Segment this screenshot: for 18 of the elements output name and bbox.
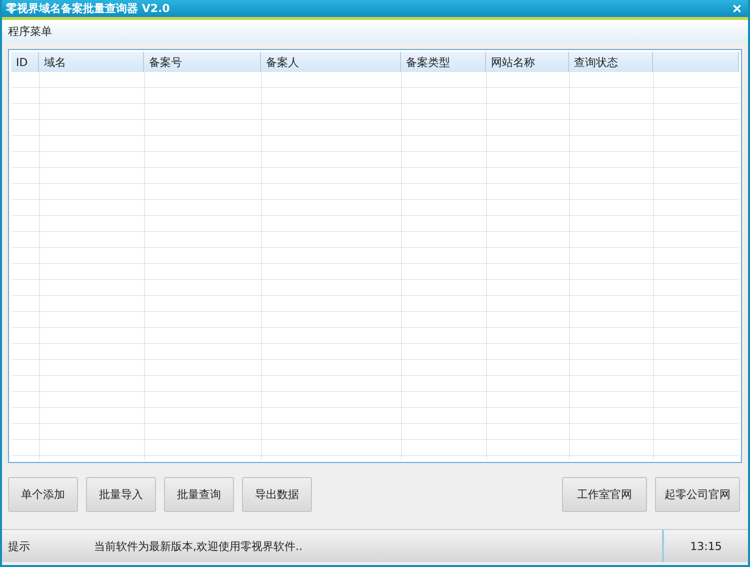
status-label: 提示 — [7, 538, 31, 554]
column-header[interactable]: 域名 — [39, 52, 144, 72]
status-message: 当前软件为最新版本,欢迎使用零视界软件.. — [94, 538, 304, 554]
column-header[interactable]: 网站名称 — [486, 52, 569, 72]
action-button[interactable]: 批量查询 — [164, 477, 234, 512]
column-header[interactable]: ID — [11, 52, 39, 72]
column-header[interactable]: 查询状态 — [569, 52, 653, 72]
website-button[interactable]: 起零公司官网 — [655, 477, 740, 512]
action-button[interactable]: 批量导入 — [86, 477, 156, 512]
action-button[interactable]: 导出数据 — [242, 477, 312, 512]
menu-item[interactable]: 程序菜单 — [8, 24, 52, 38]
column-header[interactable]: 备案人 — [261, 52, 401, 72]
action-button[interactable]: 单个添加 — [8, 477, 78, 512]
column-header[interactable]: 备案号 — [144, 52, 261, 72]
clock-time: 13:15 — [662, 530, 748, 562]
window-title: 零视界域名备案批量查询器 V2.0 — [6, 1, 170, 16]
website-button[interactable]: 工作室官网 — [562, 477, 647, 512]
column-header[interactable]: 备案类型 — [401, 52, 486, 72]
